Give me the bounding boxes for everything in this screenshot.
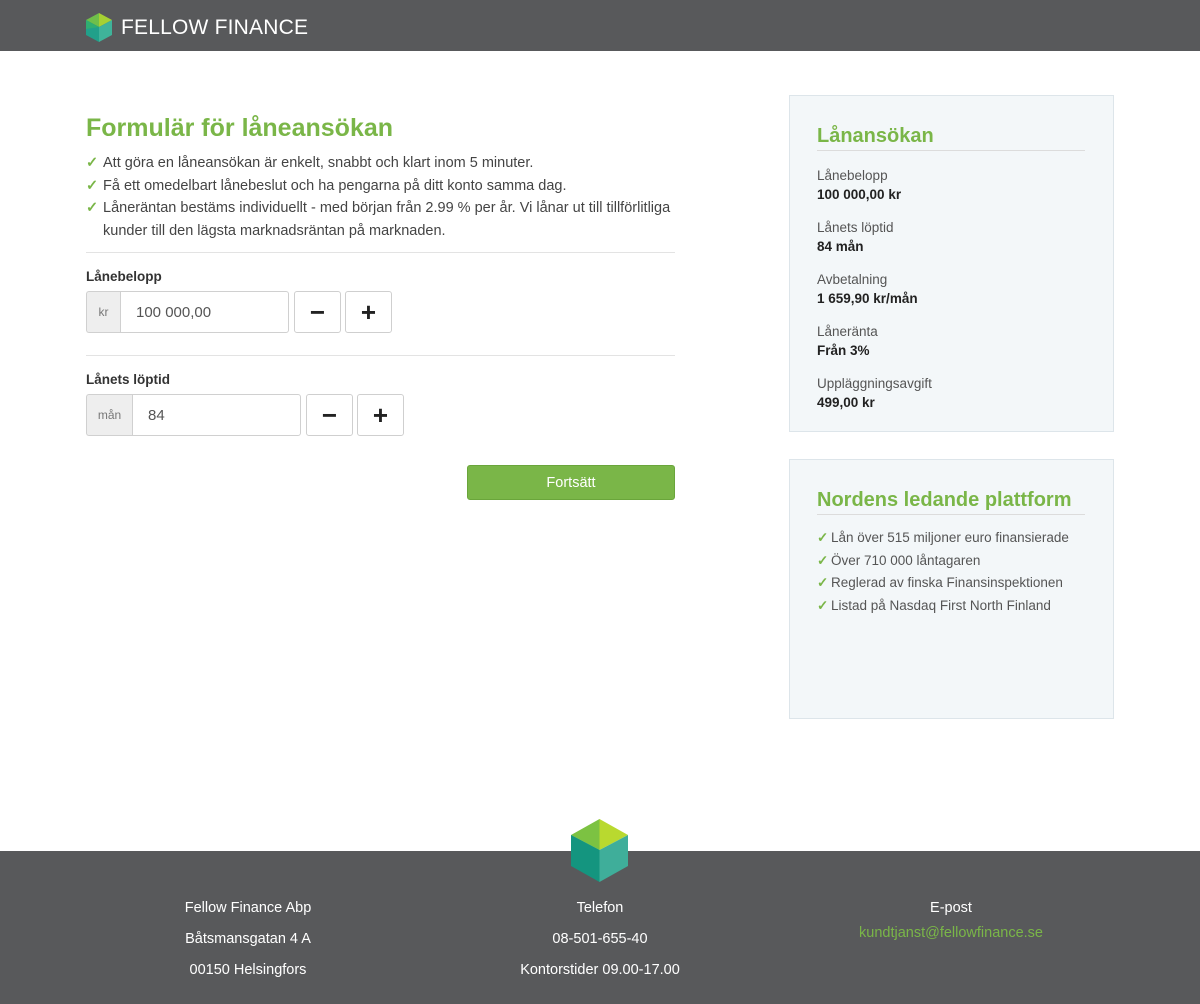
summary-item: Lånebelopp 100 000,00 kr xyxy=(817,168,902,202)
benefits-list: ✓ Att göra en låneansökan är enkelt, snab… xyxy=(86,152,676,242)
loan-term-input[interactable] xyxy=(132,394,301,436)
summary-item: Lånets löptid 84 mån xyxy=(817,220,894,254)
benefit-item: ✓ Att göra en låneansökan är enkelt, snab… xyxy=(86,152,676,175)
brand-name: FELLOW FINANCE xyxy=(121,15,309,39)
loan-amount-input[interactable] xyxy=(120,291,289,333)
platform-item: ✓ Lån över 515 miljoner euro finansierade xyxy=(817,527,1085,550)
benefit-item: ✓ Låneräntan bestäms individuellt - med b… xyxy=(86,197,676,242)
platform-item: ✓ Över 710 000 låntagaren xyxy=(817,550,1085,573)
loan-amount-label: Lånebelopp xyxy=(86,269,162,284)
term-increase-button[interactable]: + xyxy=(357,394,404,436)
footer-phone: Telefon 08-501-655-40 Kontorstider 09.00… xyxy=(490,893,710,986)
checkmark-icon: ✓ xyxy=(86,200,99,216)
currency-addon: kr xyxy=(86,291,120,333)
phone-number[interactable]: 08-501-655-40 xyxy=(490,924,710,955)
loan-amount-group: Lånebelopp kr − + xyxy=(86,269,676,333)
checkmark-icon: ✓ xyxy=(817,530,829,545)
summary-item: Låneränta Från 3% xyxy=(817,324,878,358)
loan-application-form: Formulär för låneansökan ✓ Att göra en lå… xyxy=(86,112,676,436)
footer-email: E-post kundtjanst@fellowfinance.se xyxy=(840,893,1062,943)
summary-item: Avbetalning 1 659,90 kr/mån xyxy=(817,272,918,306)
platform-title: Nordens ledande plattform xyxy=(817,487,1085,515)
divider xyxy=(86,252,675,253)
summary-item: Uppläggningsavgift 499,00 kr xyxy=(817,376,932,410)
platform-card: Nordens ledande plattform ✓ Lån över 515 … xyxy=(789,459,1114,719)
benefit-item: ✓ Få ett omedelbart lånebeslut och ha pen… xyxy=(86,175,676,198)
email-label: E-post xyxy=(930,900,972,916)
loan-term-label: Lånets löptid xyxy=(86,372,170,387)
checkmark-icon: ✓ xyxy=(86,177,99,194)
term-decrease-button[interactable]: − xyxy=(306,394,353,436)
email-link[interactable]: kundtjanst@fellowfinance.se xyxy=(840,924,1062,943)
phone-label: Telefon xyxy=(576,900,624,916)
checkmark-icon: ✓ xyxy=(86,155,99,171)
company-city: 00150 Helsingfors xyxy=(189,962,307,978)
page-title: Formulär för låneansökan xyxy=(86,114,394,142)
loan-summary-card: Lånansökan Lånebelopp 100 000,00 kr Låne… xyxy=(789,95,1114,432)
checkmark-icon: ✓ xyxy=(817,597,829,613)
company-name: Fellow Finance Abp xyxy=(184,900,312,916)
months-addon: mån xyxy=(86,394,132,436)
amount-increase-button[interactable]: + xyxy=(345,291,392,333)
continue-button[interactable]: Fortsätt xyxy=(467,465,675,500)
loan-term-group: Lånets löptid mån − + xyxy=(86,372,676,436)
brand-logo[interactable]: FELLOW FINANCE xyxy=(86,13,308,42)
platform-item: ✓ Listad på Nasdaq First North Finland xyxy=(817,595,1085,618)
footer-cube-logo-icon xyxy=(571,819,628,882)
checkmark-icon: ✓ xyxy=(817,575,829,590)
top-bar: FELLOW FINANCE xyxy=(0,0,1200,51)
amount-decrease-button[interactable]: − xyxy=(294,291,341,333)
company-street: Båtsmansgatan 4 A xyxy=(185,931,311,947)
footer-company: Fellow Finance Abp Båtsmansgatan 4 A 001… xyxy=(148,893,348,986)
platform-list: ✓ Lån över 515 miljoner euro finansierade… xyxy=(817,527,1085,617)
checkmark-icon: ✓ xyxy=(817,552,829,568)
office-hours: Kontorstider 09.00-17.00 xyxy=(520,962,680,978)
divider xyxy=(86,355,675,356)
summary-title: Lånansökan xyxy=(817,123,1085,151)
cube-logo-icon xyxy=(86,13,112,42)
platform-item: ✓ Reglerad av finska Finansinspektionen xyxy=(817,572,1085,595)
